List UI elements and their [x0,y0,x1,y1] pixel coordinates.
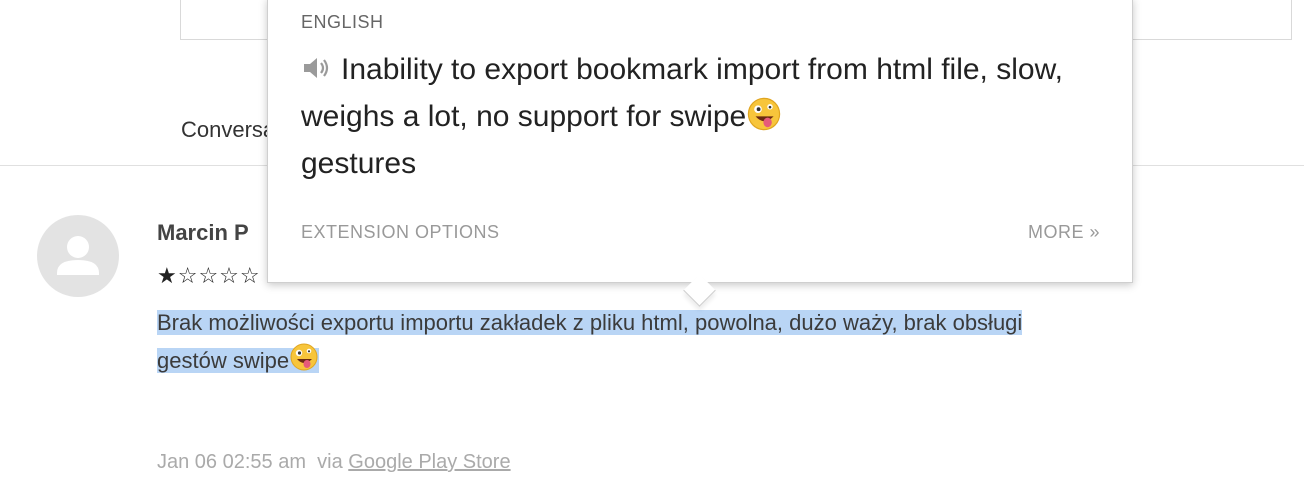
review-date: Jan 06 02:55 am [157,451,306,473]
translation-part1: Inability to export bookmark import from… [301,53,1063,133]
star-rating: ★☆☆☆☆ [157,263,261,288]
page: Conversation Marcin P ★☆☆☆☆ Brak możliwo… [0,0,1304,502]
review-text-line1: Brak możliwości exportu importu zakładek… [157,310,1023,335]
popup-language-label: ENGLISH [301,12,384,32]
conversation-tab[interactable]: Conversation [181,117,271,143]
translation-part2: gestures [301,147,417,180]
speaker-icon[interactable] [301,55,333,81]
extension-options-link[interactable]: EXTENSION OPTIONS [301,222,500,243]
zany-face-emoji-icon [748,97,781,131]
zany-face-emoji-icon [290,343,318,371]
more-link[interactable]: MORE » [1028,222,1100,243]
review-meta: Jan 06 02:55 am via Google Play Store [157,451,511,474]
review-text-line2: gestów swipe [157,348,290,373]
via-label: via [317,451,343,473]
translation-popup: ENGLISH Inability to export bookmark imp… [267,0,1133,283]
popup-translation-text: Inability to export bookmark import from… [301,46,1081,187]
user-silhouette-icon [57,236,99,275]
avatar [37,215,119,297]
source-link[interactable]: Google Play Store [348,451,510,473]
review-text: Brak możliwości exportu importu zakładek… [157,304,1267,380]
review-text-selected: Brak możliwości exportu importu zakładek… [157,310,1023,373]
review-author: Marcin P [157,220,249,245]
